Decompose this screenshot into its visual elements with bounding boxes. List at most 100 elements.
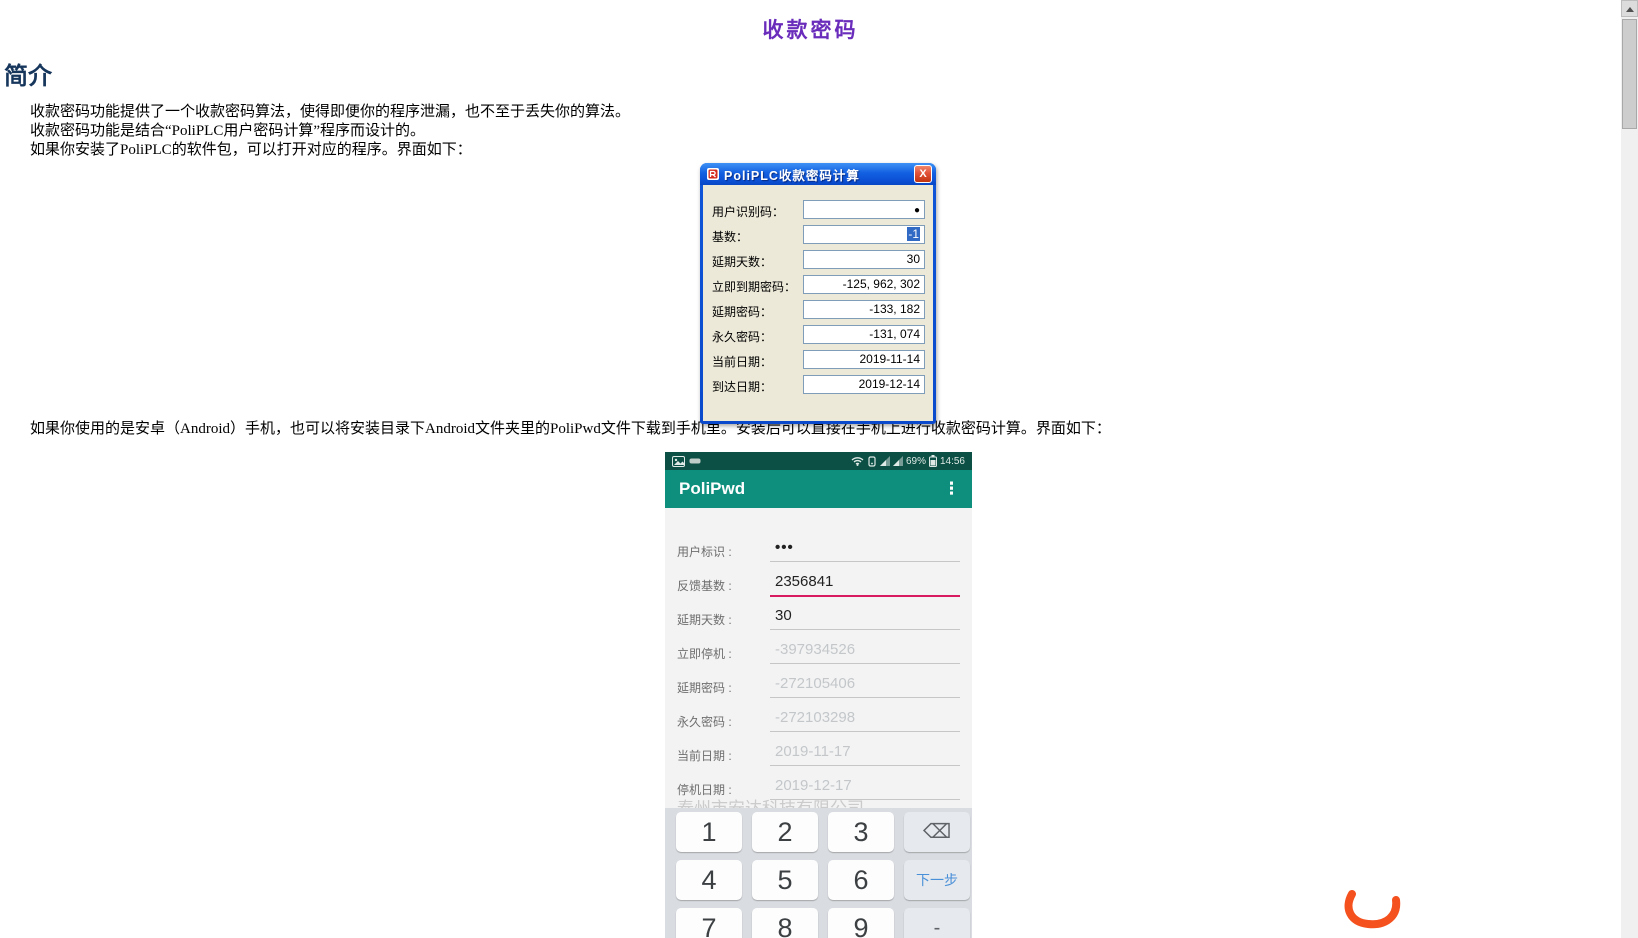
xp-value-arrive-date: 2019-12-14 <box>859 377 920 391</box>
key-minus[interactable]: - <box>904 908 970 938</box>
scrollbar-thumb[interactable] <box>1622 19 1637 129</box>
android-row-delay-days: 延期天数 : 30 <box>665 606 972 630</box>
android-value-immediate-stop[interactable]: -397934526 <box>775 641 855 658</box>
gallery-icon <box>672 456 685 467</box>
polipwd-phone-screenshot: 69% 14:56 PoliPwd ⋮ 用户标识 : ••• 反馈基数 : 23… <box>665 452 972 938</box>
android-label-delay-pwd: 延期密码 : <box>677 679 732 696</box>
chevron-up-icon <box>1626 7 1634 12</box>
close-icon[interactable]: X <box>914 165 932 183</box>
xp-row-permanent-pwd: 永久密码： -131, 074 <box>703 325 933 344</box>
field-underline <box>770 629 960 630</box>
xp-value-user-id: ● <box>914 205 920 216</box>
xp-input-permanent-pwd[interactable]: -131, 074 <box>803 325 925 344</box>
field-underline <box>770 697 960 698</box>
xp-row-immediate-pwd: 立即到期密码： -125, 962, 302 <box>703 275 933 294</box>
xp-value-delay-days: 30 <box>907 252 920 266</box>
android-row-permanent-pwd: 永久密码 : -272103298 <box>665 708 972 732</box>
android-line-1: 如果你使用的是安卓（Android）手机，也可以将安装目录下Android文件夹… <box>30 420 1111 439</box>
android-app-bar: PoliPwd ⋮ <box>665 470 972 508</box>
battery-percent-text: 69% <box>906 456 926 467</box>
xp-label-current-date: 当前日期： <box>712 353 772 370</box>
xp-label-permanent-pwd: 永久密码： <box>712 328 772 345</box>
android-value-delay-pwd[interactable]: -272105406 <box>775 675 855 692</box>
intro-line-2: 收款密码功能是结合“PoliPLC用户密码计算”程序而设计的。 <box>30 122 630 141</box>
xp-label-user-id: 用户识别码： <box>712 203 784 220</box>
xp-label-immediate-pwd: 立即到期密码： <box>712 278 796 295</box>
xp-input-user-id[interactable]: ● <box>803 200 925 219</box>
android-label-permanent-pwd: 永久密码 : <box>677 713 732 730</box>
xp-input-current-date[interactable]: 2019-11-14 <box>803 350 925 369</box>
xp-value-current-date: 2019-11-14 <box>860 352 921 366</box>
xp-input-delay-pwd[interactable]: -133, 182 <box>803 300 925 319</box>
overflow-menu-icon[interactable]: ⋮ <box>943 484 960 494</box>
xp-value-delay-pwd: -133, 182 <box>869 302 920 316</box>
field-underline <box>770 731 960 732</box>
android-label-delay-days: 延期天数 : <box>677 611 732 628</box>
xp-row-user-id: 用户识别码： ● <box>703 200 933 219</box>
android-value-permanent-pwd[interactable]: -272103298 <box>775 709 855 726</box>
intro-line-3: 如果你安装了PoliPLC的软件包，可以打开对应的程序。界面如下： <box>30 141 630 160</box>
android-value-user-id[interactable]: ••• <box>775 539 794 556</box>
android-value-feedback-base[interactable]: 2356841 <box>775 573 833 590</box>
intro-paragraph: 收款密码功能提供了一个收款密码算法，使得即便你的程序泄漏，也不至于丢失你的算法。… <box>30 103 630 160</box>
android-paragraph: 如果你使用的是安卓（Android）手机，也可以将安装目录下Android文件夹… <box>30 420 1111 439</box>
numeric-keyboard: 1 2 3 ⌫ 4 5 6 下一步 7 8 9 - <box>665 808 972 938</box>
xp-row-delay-pwd: 延期密码： -133, 182 <box>703 300 933 319</box>
android-label-feedback-base: 反馈基数 : <box>677 577 732 594</box>
key-7[interactable]: 7 <box>676 908 742 938</box>
android-label-current-date: 当前日期 : <box>677 747 732 764</box>
android-value-current-date[interactable]: 2019-11-17 <box>775 743 851 760</box>
xp-label-base: 基数： <box>712 228 748 245</box>
app-title: PoliPwd <box>679 479 745 499</box>
wifi-icon <box>851 456 864 466</box>
key-9[interactable]: 9 <box>828 908 894 938</box>
vibrate-icon <box>867 456 877 467</box>
field-underline <box>770 561 960 562</box>
xp-input-arrive-date[interactable]: 2019-12-14 <box>803 375 925 394</box>
page-title: 收款密码 <box>0 14 1621 44</box>
key-4[interactable]: 4 <box>676 860 742 900</box>
intro-line-1: 收款密码功能提供了一个收款密码算法，使得即便你的程序泄漏，也不至于丢失你的算法。 <box>30 103 630 122</box>
dialog-titlebar[interactable]: PoliPLC收款密码计算 X <box>700 163 936 185</box>
xp-row-current-date: 当前日期： 2019-11-14 <box>703 350 933 369</box>
android-value-delay-days[interactable]: 30 <box>775 607 792 624</box>
xp-label-delay-pwd: 延期密码： <box>712 303 772 320</box>
field-underline <box>770 663 960 664</box>
key-3[interactable]: 3 <box>828 812 894 852</box>
field-underline <box>770 765 960 766</box>
xp-label-delay-days: 延期天数： <box>712 253 772 270</box>
xp-value-permanent-pwd: -131, 074 <box>869 327 920 341</box>
key-backspace-icon[interactable]: ⌫ <box>904 812 970 852</box>
usb-icon <box>689 457 701 465</box>
xp-input-immediate-pwd[interactable]: -125, 962, 302 <box>803 275 925 294</box>
poliplc-dialog: PoliPLC收款密码计算 X 用户识别码： ● 基数： -1 延期天数： 30… <box>700 163 936 424</box>
key-1[interactable]: 1 <box>676 812 742 852</box>
clock-text: 14:56 <box>940 456 965 467</box>
key-next-step[interactable]: 下一步 <box>904 860 970 900</box>
xp-row-arrive-date: 到达日期： 2019-12-14 <box>703 375 933 394</box>
xp-value-immediate-pwd: -125, 962, 302 <box>843 277 920 291</box>
key-5[interactable]: 5 <box>752 860 818 900</box>
dialog-client-area: 用户识别码： ● 基数： -1 延期天数： 30 立即到期密码： -125, 9… <box>703 185 933 421</box>
app-icon <box>706 167 720 181</box>
key-6[interactable]: 6 <box>828 860 894 900</box>
xp-row-delay-days: 延期天数： 30 <box>703 250 933 269</box>
field-underline-focused <box>770 595 960 597</box>
android-row-feedback-base: 反馈基数 : 2356841 <box>665 572 972 596</box>
vertical-scrollbar[interactable] <box>1621 0 1638 938</box>
xp-input-base[interactable]: -1 <box>803 225 925 244</box>
xp-input-delay-days[interactable]: 30 <box>803 250 925 269</box>
xp-row-base: 基数： -1 <box>703 225 933 244</box>
key-8[interactable]: 8 <box>752 908 818 938</box>
android-row-user-id: 用户标识 : ••• <box>665 538 972 562</box>
android-label-immediate-stop: 立即停机 : <box>677 645 732 662</box>
help-page: 收款密码 简介 收款密码功能提供了一个收款密码算法，使得即便你的程序泄漏，也不至… <box>0 0 1638 938</box>
battery-icon <box>929 455 937 467</box>
signal-icon-sim2 <box>893 456 903 466</box>
scroll-up-button[interactable] <box>1621 0 1638 17</box>
android-row-immediate-stop: 立即停机 : -397934526 <box>665 640 972 664</box>
android-value-stop-date[interactable]: 2019-12-17 <box>775 777 852 794</box>
android-label-user-id: 用户标识 : <box>677 543 732 560</box>
section-heading-intro: 简介 <box>4 56 52 91</box>
key-2[interactable]: 2 <box>752 812 818 852</box>
